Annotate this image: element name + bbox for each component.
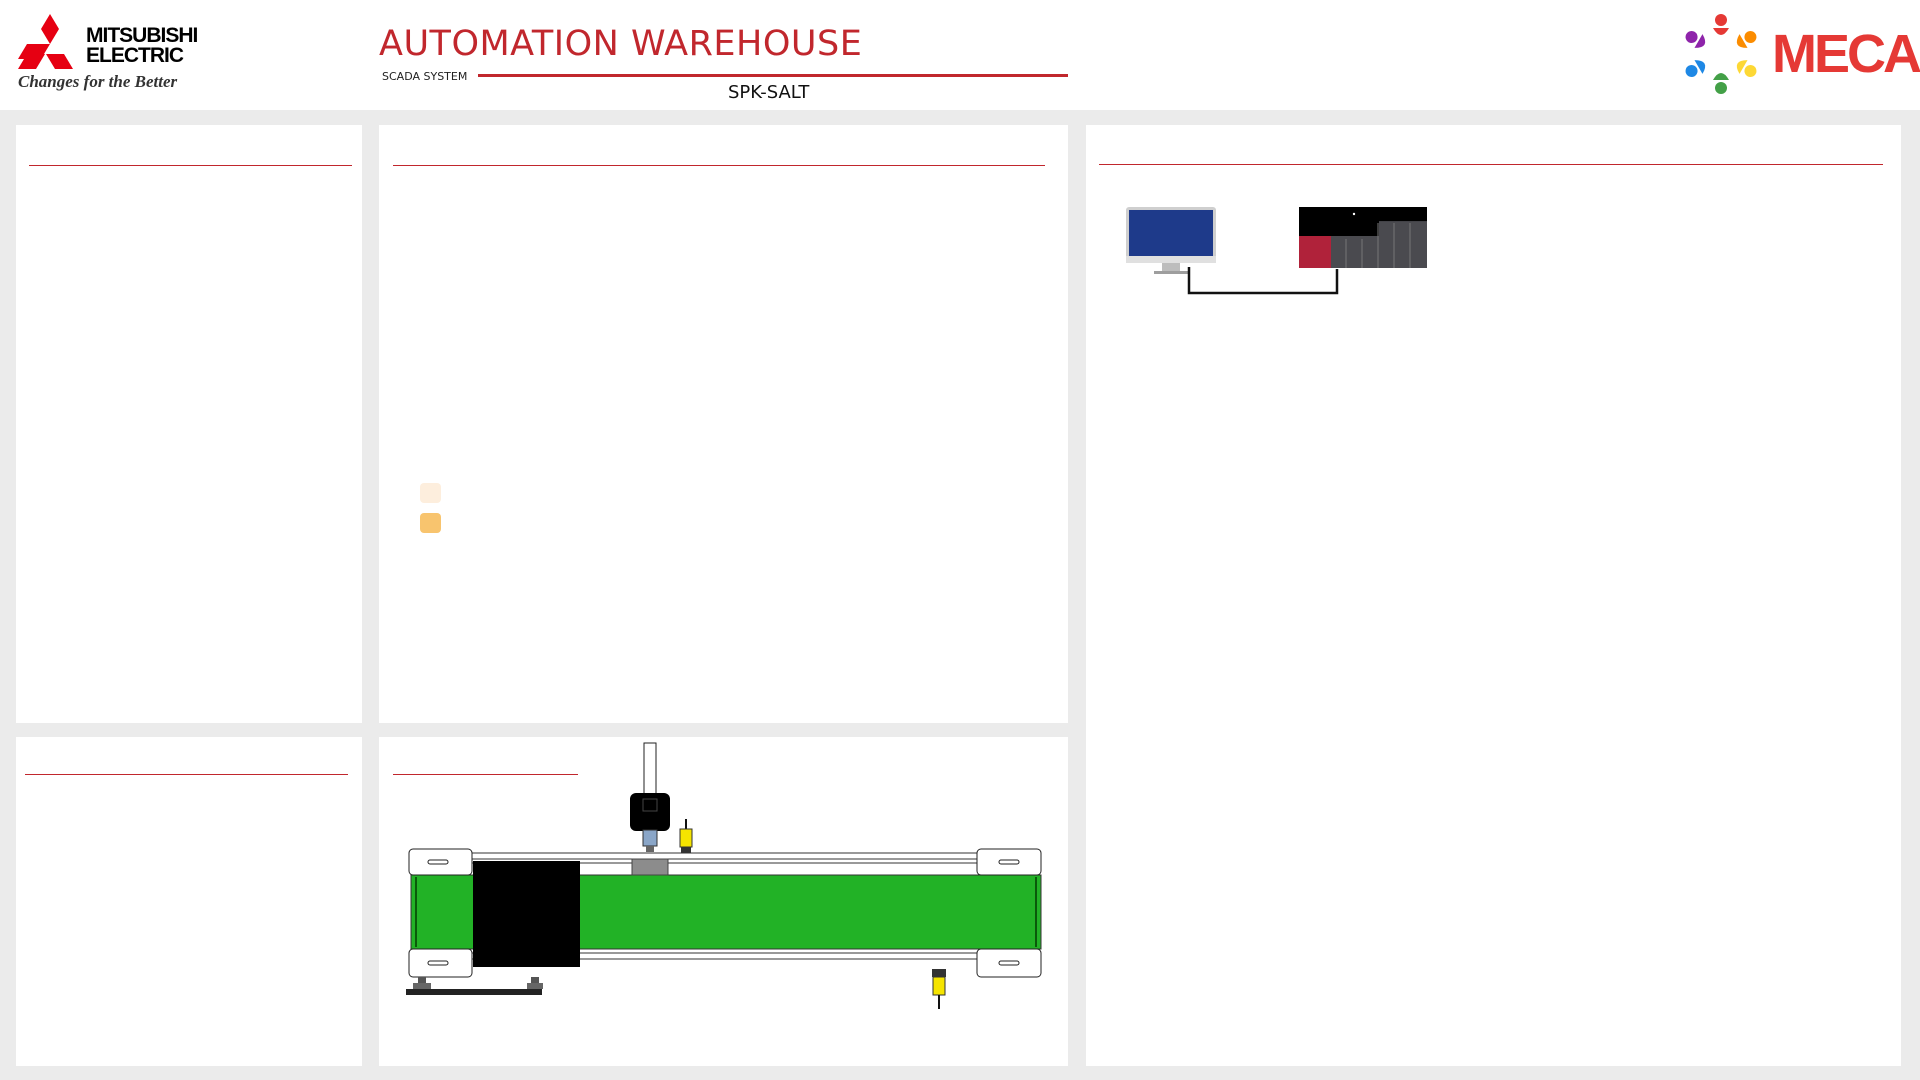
proximity-sensor-top	[679, 819, 693, 855]
mitsubishi-diamond-logo-icon	[18, 14, 73, 69]
meca-flower-logo-icon	[1685, 14, 1757, 94]
indicator-light-off	[420, 483, 441, 503]
network-diagram	[1126, 207, 1427, 295]
panel-top-left	[16, 125, 362, 723]
brand-slogan: Changes for the Better	[18, 72, 178, 91]
panel-rule	[393, 165, 1045, 166]
panel-rule	[25, 774, 348, 775]
conveyor-diagram	[406, 742, 1042, 1009]
title-underline	[478, 74, 1068, 77]
station-label: SPK-SALT	[728, 82, 810, 103]
network-cable	[1187, 267, 1339, 295]
brand-line1: MITSUBISHI	[86, 24, 198, 47]
plc-rack-icon	[1299, 207, 1427, 268]
pusher-actuator	[630, 742, 670, 852]
conveyor-motor	[473, 861, 580, 967]
panel-top-center	[379, 125, 1068, 723]
brand-line2: ELECTRIC	[86, 44, 184, 67]
indicator-light-on	[420, 513, 441, 533]
mitsubishi-logo: MITSUBISHI ELECTRIC Changes for the Bett…	[16, 12, 216, 97]
panel-rule	[1099, 164, 1883, 165]
desktop-monitor-icon	[1126, 207, 1216, 274]
meca-logo: MECA	[1676, 10, 1920, 100]
conveyor-base	[406, 977, 543, 995]
header-bar: MITSUBISHI ELECTRIC Changes for the Bett…	[0, 0, 1920, 110]
panel-conveyor	[379, 737, 1068, 1066]
pusher-plate	[631, 858, 669, 876]
panel-bottom-left	[16, 737, 362, 1066]
partner-logo-text: MECA	[1772, 24, 1920, 84]
panel-rule	[29, 165, 352, 166]
proximity-sensor-bottom	[932, 969, 946, 1009]
page-title: AUTOMATION WAREHOUSE	[379, 24, 863, 64]
panel-network	[1086, 125, 1901, 1066]
page-subtitle: SCADA SYSTEM	[382, 70, 468, 83]
